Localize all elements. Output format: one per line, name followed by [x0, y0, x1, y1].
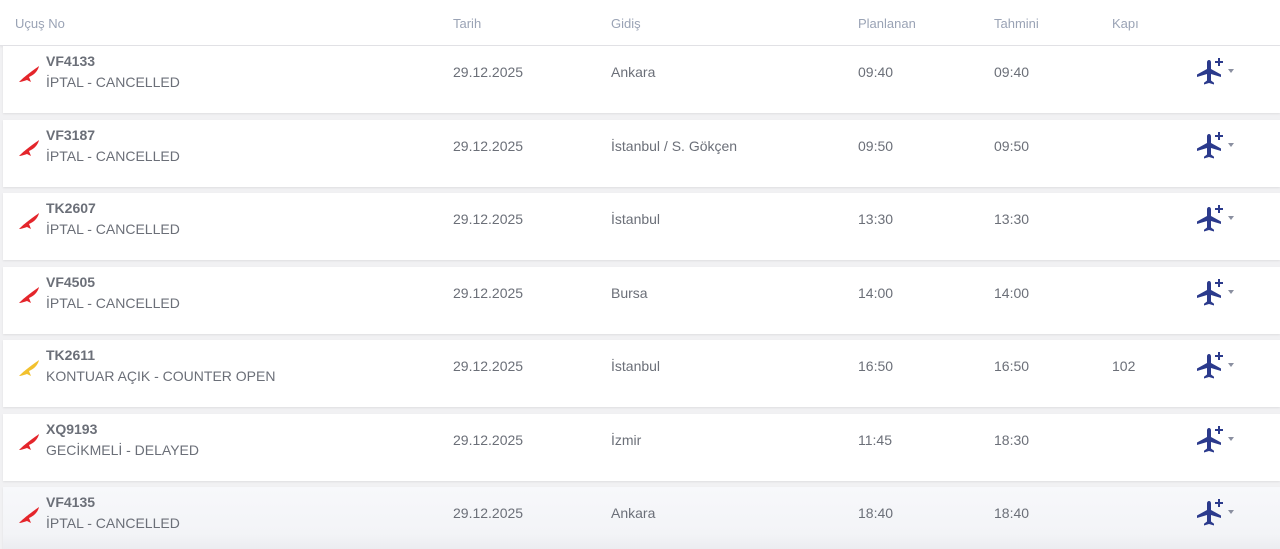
scheduled-time: 09:40 — [858, 64, 894, 80]
scheduled-time: 13:30 — [858, 211, 894, 227]
scheduled-time: 09:50 — [858, 137, 894, 154]
estimated-time: 09:40 — [994, 64, 1030, 80]
estimated-time: 13:30 — [994, 211, 1030, 227]
table-row[interactable]: VF4135 İPTAL - CANCELLED 29.12.2025 Anka… — [3, 487, 1280, 549]
flight-date: 29.12.2025 — [453, 358, 524, 374]
airline-tail-icon — [19, 433, 39, 450]
table-header: Uçuş No Tarih Gidiş Planlanan Tahmini Ka… — [0, 0, 1280, 46]
airline-tail-icon — [19, 507, 39, 523]
chevron-down-icon — [1228, 363, 1234, 367]
flight-date: 29.12.2025 — [453, 137, 524, 154]
estimated-time: 16:50 — [994, 358, 1030, 374]
scheduled-time: 18:40 — [858, 505, 894, 521]
track-flight-dropdown[interactable] — [1194, 351, 1238, 381]
table-row[interactable]: TK2611 KONTUAR AÇIK - COUNTER OPEN 29.12… — [3, 340, 1280, 407]
flight-date: 29.12.2025 — [453, 505, 524, 521]
flight-number: VF4135 — [46, 494, 96, 510]
flight-rows: VF4133 İPTAL - CANCELLED 29.12.2025 Anka… — [0, 46, 1280, 549]
flight-status: KONTUAR AÇIK - COUNTER OPEN — [46, 368, 276, 384]
header-scheduled: Planlanan — [858, 16, 916, 31]
flight-date: 29.12.2025 — [453, 431, 524, 448]
plane-plus-icon — [1197, 58, 1223, 85]
scheduled-time: 11:45 — [858, 431, 892, 448]
plane-plus-icon — [1197, 131, 1223, 158]
flight-destination: İzmir — [611, 431, 642, 448]
plane-plus-icon — [1197, 205, 1223, 232]
header-gate: Kapı — [1112, 16, 1139, 31]
table-row[interactable]: XQ9193 GECİKMELİ - DELAYED 29.12.2025 İz… — [3, 413, 1280, 481]
table-row[interactable]: TK2607 İPTAL - CANCELLED 29.12.2025 İsta… — [3, 193, 1280, 260]
flight-number: VF3187 — [46, 126, 96, 143]
scheduled-time: 14:00 — [858, 284, 894, 301]
plane-plus-icon — [1197, 425, 1223, 452]
header-destination: Gidiş — [611, 16, 641, 31]
estimated-time: 18:30 — [994, 431, 1030, 448]
chevron-down-icon — [1228, 69, 1234, 73]
flight-number: VF4505 — [46, 273, 96, 290]
chevron-down-icon — [1228, 436, 1234, 441]
flight-status: İPTAL - CANCELLED — [46, 147, 180, 164]
track-flight-dropdown[interactable] — [1194, 498, 1238, 528]
table-row[interactable]: VF4505 İPTAL - CANCELLED 29.12.2025 Burs… — [3, 266, 1280, 334]
plane-plus-icon — [1197, 278, 1223, 305]
header-estimated: Tahmini — [994, 16, 1039, 31]
airline-tail-icon — [19, 139, 39, 156]
flight-destination: Bursa — [611, 284, 648, 301]
track-flight-dropdown[interactable] — [1194, 278, 1238, 308]
flight-status: GECİKMELİ - DELAYED — [46, 441, 200, 458]
flight-destination: İstanbul / S. Gökçen — [611, 137, 738, 154]
airline-tail-icon — [19, 213, 39, 229]
gate-number: 102 — [1112, 358, 1136, 374]
flight-number: TK2607 — [46, 200, 96, 216]
track-flight-dropdown[interactable] — [1194, 131, 1238, 161]
chevron-down-icon — [1228, 289, 1234, 294]
chevron-down-icon — [1228, 510, 1234, 514]
flight-status: İPTAL - CANCELLED — [46, 221, 180, 237]
estimated-time: 18:40 — [994, 505, 1030, 521]
flight-destination: İstanbul — [611, 211, 661, 227]
flight-status: İPTAL - CANCELLED — [46, 515, 180, 531]
flight-number: VF4133 — [46, 53, 96, 69]
table-row[interactable]: VF3187 İPTAL - CANCELLED 29.12.2025 İsta… — [3, 119, 1280, 187]
header-date: Tarih — [453, 16, 482, 31]
chevron-down-icon — [1228, 142, 1234, 147]
flight-status: İPTAL - CANCELLED — [46, 294, 180, 311]
plane-plus-icon — [1197, 352, 1223, 379]
flight-destination: Ankara — [611, 64, 656, 80]
flight-destination: İstanbul — [611, 358, 661, 374]
header-flight-no: Uçuş No — [15, 16, 65, 31]
flight-destination: Ankara — [611, 505, 656, 521]
flight-status: İPTAL - CANCELLED — [46, 74, 180, 90]
flight-number: XQ9193 — [46, 420, 98, 437]
chevron-down-icon — [1228, 216, 1234, 220]
scheduled-time: 16:50 — [858, 358, 894, 374]
airline-tail-icon — [19, 66, 39, 82]
airline-tail-icon — [19, 360, 39, 376]
flight-date: 29.12.2025 — [453, 284, 524, 301]
track-flight-dropdown[interactable] — [1194, 57, 1238, 87]
estimated-time: 14:00 — [994, 284, 1030, 301]
plane-plus-icon — [1197, 499, 1223, 526]
flight-number: TK2611 — [46, 347, 96, 363]
flight-date: 29.12.2025 — [453, 211, 524, 227]
airline-tail-icon — [19, 286, 39, 303]
table-row[interactable]: VF4133 İPTAL - CANCELLED 29.12.2025 Anka… — [3, 46, 1280, 113]
track-flight-dropdown[interactable] — [1194, 425, 1238, 455]
estimated-time: 09:50 — [994, 137, 1030, 154]
track-flight-dropdown[interactable] — [1194, 204, 1238, 234]
flight-date: 29.12.2025 — [453, 64, 524, 80]
flight-board: Uçuş No Tarih Gidiş Planlanan Tahmini Ka… — [0, 0, 1280, 549]
